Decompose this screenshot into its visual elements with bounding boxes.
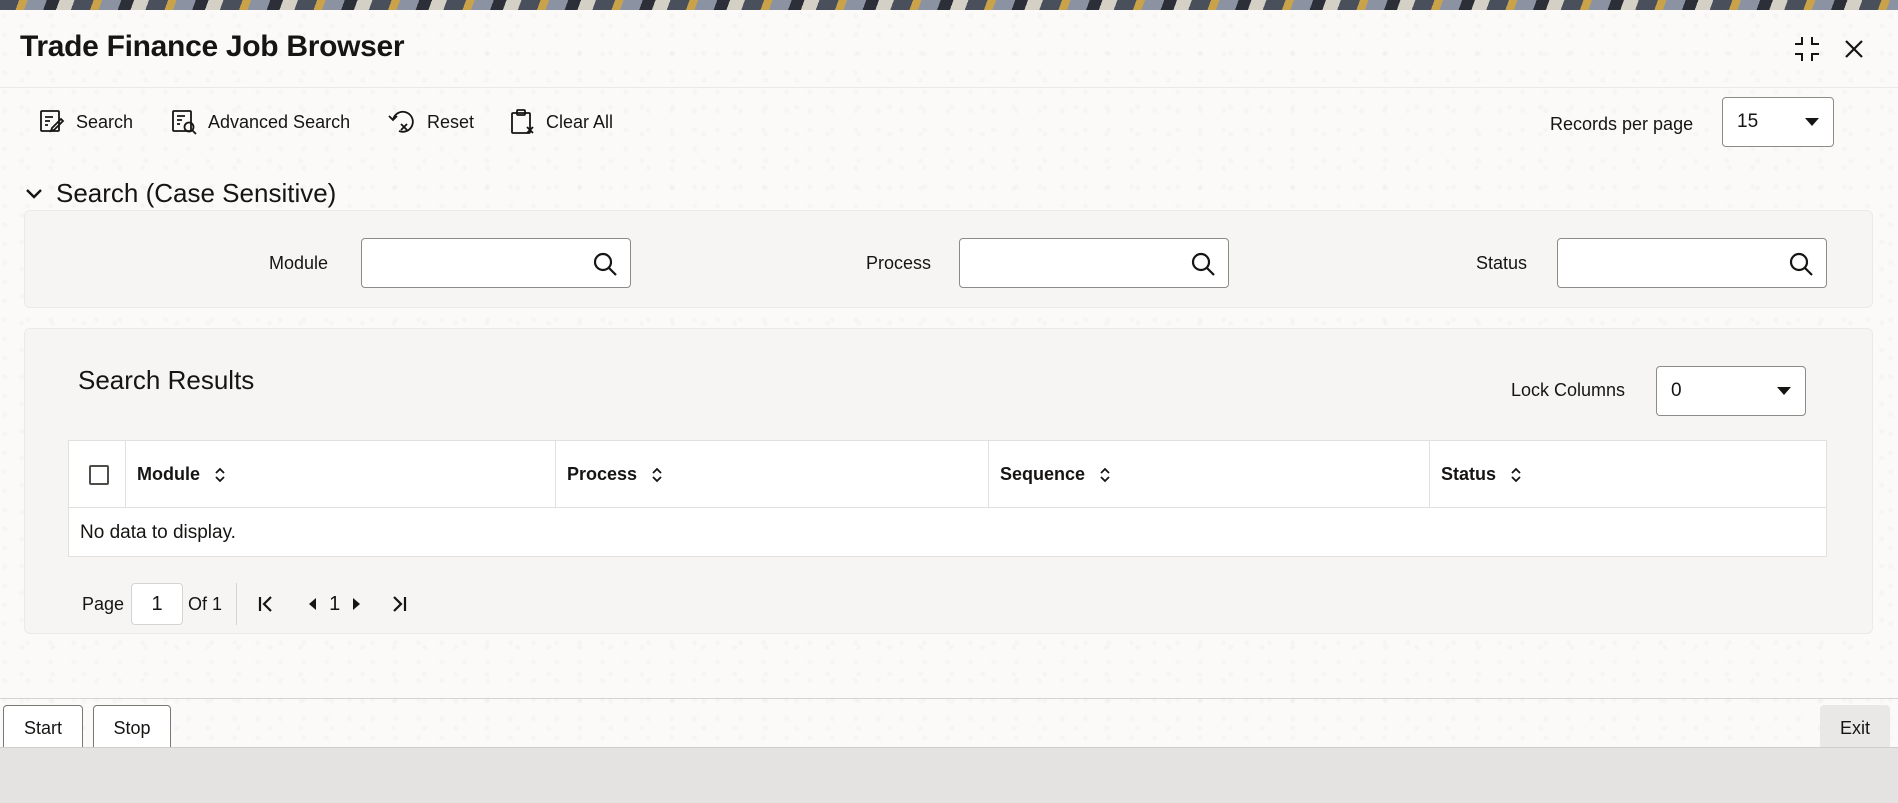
process-label: Process	[866, 253, 932, 273]
pager-divider	[236, 583, 238, 625]
column-header-process[interactable]: Process	[556, 441, 989, 508]
next-page-button[interactable]	[342, 589, 372, 619]
lock-columns-select[interactable]: 0	[1656, 366, 1806, 416]
empty-table-message: No data to display.	[80, 522, 236, 543]
sort-icon[interactable]	[1099, 467, 1111, 483]
sort-icon[interactable]	[1510, 467, 1522, 483]
advanced-search-label: Advanced Search	[208, 111, 351, 132]
status-lov	[1557, 238, 1827, 288]
reset-button[interactable]: Reset	[387, 100, 474, 144]
start-button[interactable]: Start	[3, 705, 83, 752]
search-section-title: Search (Case Sensitive)	[56, 178, 337, 208]
results-table: Module Process Sequence Status No data t…	[68, 440, 1827, 557]
status-input[interactable]	[1558, 239, 1783, 287]
column-header-status[interactable]: Status	[1430, 441, 1826, 508]
select-all-column	[69, 441, 126, 508]
first-page-icon	[258, 596, 272, 612]
module-input[interactable]	[362, 239, 587, 287]
column-header-label: Status	[1441, 464, 1497, 484]
records-per-page-value: 15	[1737, 111, 1759, 132]
search-button[interactable]: Search	[38, 100, 133, 144]
lock-columns-label: Lock Columns	[1511, 380, 1626, 400]
search-form-icon	[40, 110, 65, 133]
clipboard-clear-icon	[511, 109, 534, 134]
last-page-icon	[393, 596, 407, 612]
triangle-left-icon	[309, 598, 317, 610]
app-background-strip	[0, 0, 1898, 10]
records-per-page-select[interactable]: 15	[1722, 97, 1834, 147]
column-header-label: Module	[137, 464, 200, 484]
close-button[interactable]	[1837, 32, 1871, 66]
column-header-module[interactable]: Module	[126, 441, 556, 508]
chevron-down-icon	[1805, 118, 1819, 126]
search-button-label: Search	[76, 111, 134, 132]
current-page-number: 1	[329, 592, 341, 615]
records-per-page-label: Records per page	[1550, 114, 1694, 134]
maximize-button[interactable]	[1790, 32, 1824, 66]
footer-divider	[0, 698, 1898, 699]
advanced-search-button[interactable]: Advanced Search	[170, 100, 350, 144]
search-icon[interactable]	[592, 251, 618, 277]
table-header: Module Process Sequence Status	[69, 441, 1826, 508]
clear-all-label: Clear All	[546, 111, 614, 132]
reset-icon	[388, 110, 414, 133]
sort-icon[interactable]	[214, 467, 226, 483]
first-page-button[interactable]	[251, 589, 281, 619]
column-header-label: Process	[567, 464, 638, 484]
window-title: Trade Finance Job Browser	[20, 30, 405, 63]
sort-icon[interactable]	[651, 467, 663, 483]
triangle-right-icon	[353, 598, 361, 610]
column-header-label: Sequence	[1000, 464, 1086, 484]
maximize-icon	[1795, 37, 1819, 61]
process-input[interactable]	[960, 239, 1185, 287]
exit-button[interactable]: Exit	[1820, 705, 1890, 752]
lock-columns-value: 0	[1671, 380, 1682, 401]
page-label: Page	[82, 593, 125, 614]
module-label: Module	[269, 253, 329, 273]
status-label: Status	[1476, 253, 1528, 273]
advanced-search-icon	[172, 110, 197, 135]
last-page-button[interactable]	[384, 589, 414, 619]
job-browser-window: Trade Finance Job Browser Search Advance…	[0, 10, 1898, 752]
column-header-sequence[interactable]: Sequence	[989, 441, 1430, 508]
stop-button[interactable]: Stop	[93, 705, 171, 752]
module-lov	[361, 238, 631, 288]
select-all-checkbox[interactable]	[89, 465, 109, 485]
close-icon	[1845, 40, 1863, 58]
process-lov	[959, 238, 1229, 288]
clear-all-button[interactable]: Clear All	[508, 100, 613, 144]
title-bar: Trade Finance Job Browser	[0, 10, 1898, 88]
chevron-down-icon	[1777, 387, 1791, 395]
bottom-status-bar	[0, 747, 1898, 803]
search-icon[interactable]	[1788, 251, 1814, 277]
search-icon[interactable]	[1190, 251, 1216, 277]
page-number-input[interactable]	[131, 583, 184, 625]
pagination: Page Of 1 1	[82, 583, 414, 625]
search-section-toggle[interactable]: Search (Case Sensitive)	[24, 178, 336, 209]
previous-page-button[interactable]	[297, 589, 327, 619]
page-count-label: Of 1	[188, 593, 223, 614]
search-results-title: Search Results	[78, 365, 255, 395]
reset-label: Reset	[427, 111, 475, 132]
chevron-down-icon	[26, 188, 42, 199]
search-criteria-panel: Module Process Status	[24, 210, 1873, 308]
